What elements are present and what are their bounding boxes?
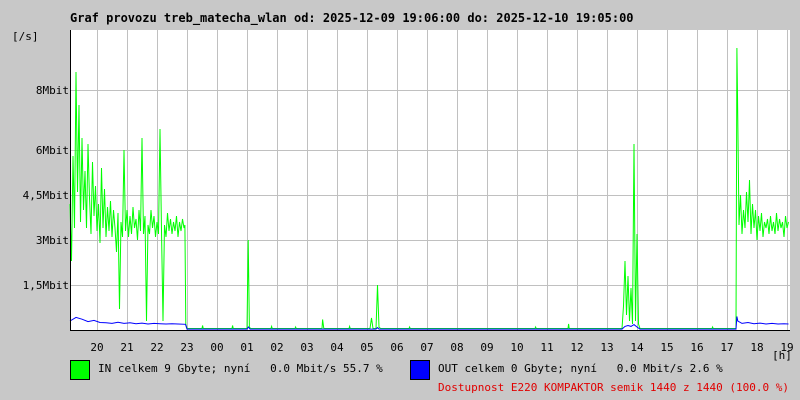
x-tick-label: 18 bbox=[750, 341, 763, 354]
x-tick-label: 17 bbox=[720, 341, 733, 354]
x-tick-label: 20 bbox=[90, 341, 103, 354]
x-tick-label: 07 bbox=[420, 341, 433, 354]
x-tick-label: 23 bbox=[180, 341, 193, 354]
legend-label-out: OUT celkem 0 Gbyte; nyní 0.0 Mbit/s 2.6 … bbox=[438, 362, 723, 375]
y-tick-label: 4,5Mbit bbox=[23, 189, 69, 202]
chart-stage: Graf provozu treb_matecha_wlan od: 2025-… bbox=[0, 0, 800, 400]
traffic-chart: 1,5Mbit 3Mbit 4,5Mbit 6Mbit 8Mbit 20 21 22 23 00 0… bbox=[12, 30, 794, 362]
x-tick-label: 03 bbox=[300, 341, 313, 354]
y-tick-label: 3Mbit bbox=[36, 234, 69, 247]
x-tick-label: 11 bbox=[540, 341, 553, 354]
x-tick-label: 13 bbox=[600, 341, 613, 354]
x-tick-label: 01 bbox=[240, 341, 253, 354]
legend-swatch-out bbox=[410, 360, 430, 380]
x-tick-label: 08 bbox=[450, 341, 463, 354]
x-tick-label: 21 bbox=[120, 341, 133, 354]
legend-swatch-in bbox=[70, 360, 90, 380]
x-tick-label: 06 bbox=[390, 341, 403, 354]
x-tick-label: 10 bbox=[510, 341, 523, 354]
legend-label-in: IN celkem 9 Gbyte; nyní 0.0 Mbit/s 55.7 … bbox=[98, 362, 383, 375]
availability-status: Dostupnost E220 KOMPAKTOR semik 1440 z 1… bbox=[438, 381, 789, 394]
x-tick-label: 12 bbox=[570, 341, 583, 354]
y-tick-label: 6Mbit bbox=[36, 144, 69, 157]
x-tick-label: 15 bbox=[660, 341, 673, 354]
x-tick-label: 05 bbox=[360, 341, 373, 354]
x-tick-label: 00 bbox=[210, 341, 223, 354]
x-axis-unit-label: [h] bbox=[772, 349, 792, 362]
y-tick-label: 1,5Mbit bbox=[23, 279, 69, 292]
x-tick-label: 22 bbox=[150, 341, 163, 354]
x-tick-label: 09 bbox=[480, 341, 493, 354]
y-axis-unit-label: [/s] bbox=[12, 30, 39, 43]
x-tick-label: 16 bbox=[690, 341, 703, 354]
x-tick-label: 14 bbox=[630, 341, 644, 354]
x-tick-label: 02 bbox=[270, 341, 283, 354]
x-tick-label: 04 bbox=[330, 341, 344, 354]
y-tick-label: 8Mbit bbox=[36, 84, 69, 97]
